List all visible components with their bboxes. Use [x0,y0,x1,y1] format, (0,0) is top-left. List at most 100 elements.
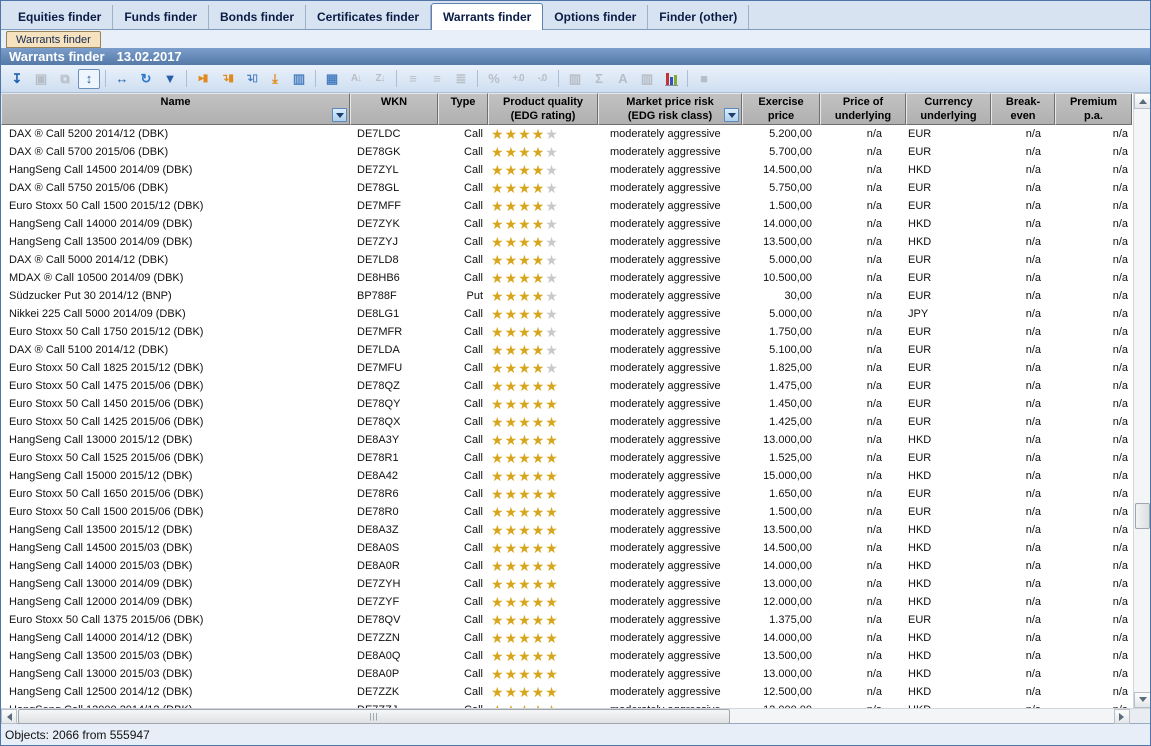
cell-premium-pa: n/a [1055,449,1132,467]
table-row[interactable]: Euro Stoxx 50 Call 1525 2015/06 (DBK)DE7… [1,449,1132,467]
header-label: (EDG risk class) [599,109,741,123]
cell-break-even: n/a [991,449,1055,467]
sort-ascending-icon[interactable]: A↓ [345,69,367,89]
table-row[interactable]: Euro Stoxx 50 Call 1750 2015/12 (DBK)DE7… [1,323,1132,341]
sort-descending-icon[interactable]: Z↓ [369,69,391,89]
fit-width-icon[interactable]: ↔ [111,69,133,89]
column-header-product-quality[interactable]: Product quality(EDG rating) [488,93,598,125]
column-filter-dropdown-market-price-risk[interactable] [724,108,739,122]
expand-view-icon[interactable]: ▣ [30,69,52,89]
append-column-icon[interactable]: ⤓ [264,69,286,89]
vertical-scrollbar[interactable] [1133,93,1150,708]
table-row[interactable]: HangSeng Call 12000 2014/12 (DBK)DE7ZZJC… [1,701,1132,708]
cell-break-even: n/a [991,161,1055,179]
show-columns-icon[interactable]: ▦ [321,69,343,89]
percent-format-icon[interactable]: % [483,69,505,89]
column-header-exercise-price[interactable]: Exerciseprice [742,93,820,125]
cell-currency-underlying: EUR [906,395,991,413]
star-filled-icon: ★ [505,378,519,394]
table-row[interactable]: Euro Stoxx 50 Call 1375 2015/06 (DBK)DE7… [1,611,1132,629]
table-row[interactable]: HangSeng Call 13000 2015/03 (DBK)DE8A0PC… [1,665,1132,683]
cell-exercise-price: 14.000,00 [742,629,820,647]
remove-decimal-icon[interactable]: -.0 [531,69,553,89]
insert-column-icon[interactable]: ▸▮ [192,69,214,89]
table-row[interactable]: HangSeng Call 14500 2015/03 (DBK)DE8A0SC… [1,539,1132,557]
cell-market-price-risk: moderately aggressive [598,359,742,377]
tab-options-finder[interactable]: Options finder [543,5,648,29]
table-row[interactable]: HangSeng Call 15000 2015/12 (DBK)DE8A42C… [1,467,1132,485]
table-row[interactable]: DAX ® Call 5000 2014/12 (DBK)DE7LD8Call★… [1,251,1132,269]
column-header-break-even[interactable]: Break-even [991,93,1055,125]
table-row[interactable]: Euro Stoxx 50 Call 1475 2015/06 (DBK)DE7… [1,377,1132,395]
table-row[interactable]: Nikkei 225 Call 5000 2014/09 (DBK)DE8LG1… [1,305,1132,323]
add-decimal-icon[interactable]: +.0 [507,69,529,89]
scroll-right-button[interactable] [1114,709,1130,724]
cell-wkn: DE78QV [350,611,438,629]
column-header-price-of-underlying[interactable]: Price ofunderlying [820,93,906,125]
insert-formula-column-icon[interactable]: ↴▯ [240,69,262,89]
scroll-left-button[interactable] [1,709,17,724]
table-row[interactable]: Euro Stoxx 50 Call 1500 2015/12 (DBK)DE7… [1,197,1132,215]
table-row[interactable]: DAX ® Call 5700 2015/06 (DBK)DE78GKCall★… [1,143,1132,161]
table-row[interactable]: HangSeng Call 14000 2014/09 (DBK)DE7ZYKC… [1,215,1132,233]
table-row[interactable]: MDAX ® Call 10500 2014/09 (DBK)DE8HB6Cal… [1,269,1132,287]
table-row[interactable]: Euro Stoxx 50 Call 1500 2015/06 (DBK)DE7… [1,503,1132,521]
table-row[interactable]: HangSeng Call 14500 2014/09 (DBK)DE7ZYLC… [1,161,1132,179]
column-header-market-price-risk[interactable]: Market price risk(EDG risk class) [598,93,742,125]
table-row[interactable]: Euro Stoxx 50 Call 1425 2015/06 (DBK)DE7… [1,413,1132,431]
column-header-wkn[interactable]: WKN [350,93,438,125]
table-row[interactable]: DAX ® Call 5100 2014/12 (DBK)DE7LDACall★… [1,341,1132,359]
tab-funds-finder[interactable]: Funds finder [113,5,209,29]
align-right-icon[interactable]: ≣ [450,69,472,89]
tab-certificates-finder[interactable]: Certificates finder [306,5,431,29]
scroll-down-button[interactable] [1134,692,1151,708]
table-row[interactable]: HangSeng Call 12000 2014/09 (DBK)DE7ZYFC… [1,593,1132,611]
column-header-currency-underlying[interactable]: Currencyunderlying [906,93,991,125]
table-row[interactable]: HangSeng Call 13500 2014/09 (DBK)DE7ZYJC… [1,233,1132,251]
tab-finder-other[interactable]: Finder (other) [648,5,749,29]
table-row[interactable]: DAX ® Call 5750 2015/06 (DBK)DE78GLCall★… [1,179,1132,197]
insert-column-before-icon[interactable]: ↴▮ [216,69,238,89]
table-row[interactable]: HangSeng Call 13500 2015/03 (DBK)DE8A0QC… [1,647,1132,665]
align-left-icon[interactable]: ≡ [402,69,424,89]
table-row[interactable]: HangSeng Call 14000 2014/12 (DBK)DE7ZZNC… [1,629,1132,647]
shrink-view-icon[interactable]: ⧉ [54,69,76,89]
filter-icon[interactable]: ▼ [159,69,181,89]
table-row[interactable]: HangSeng Call 12500 2014/12 (DBK)DE7ZZKC… [1,683,1132,701]
align-center-icon[interactable]: ≡ [426,69,448,89]
hide-columns-icon[interactable]: ▥ [636,69,658,89]
vertical-scrollbar-thumb[interactable] [1135,503,1150,529]
table-row[interactable]: HangSeng Call 13000 2014/09 (DBK)DE7ZYHC… [1,575,1132,593]
fit-height-icon[interactable]: ↕ [78,69,100,89]
tab-equities-finder[interactable]: Equities finder [7,5,113,29]
subtab-warrants-finder[interactable]: Warrants finder [6,31,101,48]
chart-icon[interactable] [660,69,682,89]
table-row[interactable]: DAX ® Call 5200 2014/12 (DBK)DE7LDCCall★… [1,125,1132,143]
tab-bonds-finder[interactable]: Bonds finder [209,5,306,29]
table-row[interactable]: Euro Stoxx 50 Call 1450 2015/06 (DBK)DE7… [1,395,1132,413]
refresh-icon[interactable]: ↻ [135,69,157,89]
horizontal-scrollbar[interactable]: ||| [1,708,1130,723]
column-header-type[interactable]: Type [438,93,488,125]
table-row[interactable]: Südzucker Put 30 2014/12 (BNP)BP788FPut★… [1,287,1132,305]
horizontal-scrollbar-thumb[interactable]: ||| [18,709,730,724]
column-filter-dropdown-name[interactable] [332,108,347,122]
save-layout-icon[interactable]: ↧ [6,69,28,89]
column-options-icon[interactable]: ▥ [288,69,310,89]
column-header-name[interactable]: Name [1,93,350,125]
star-empty-icon: ★ [545,180,559,196]
table-row[interactable]: Euro Stoxx 50 Call 1825 2015/12 (DBK)DE7… [1,359,1132,377]
filter-column-icon[interactable]: ▥ [564,69,586,89]
cell-currency-underlying: HKD [906,647,991,665]
tab-warrants-finder[interactable]: Warrants finder [431,3,543,30]
sum-icon[interactable]: Σ [588,69,610,89]
scroll-up-button[interactable] [1134,93,1151,109]
table-row[interactable]: HangSeng Call 13500 2015/12 (DBK)DE8A3ZC… [1,521,1132,539]
column-header-premium-pa[interactable]: Premiump.a. [1055,93,1132,125]
font-icon[interactable]: A [612,69,634,89]
table-row[interactable]: HangSeng Call 14000 2015/03 (DBK)DE8A0RC… [1,557,1132,575]
stop-icon[interactable]: ■ [693,69,715,89]
star-filled-icon: ★ [491,468,505,484]
table-row[interactable]: Euro Stoxx 50 Call 1650 2015/06 (DBK)DE7… [1,485,1132,503]
table-row[interactable]: HangSeng Call 13000 2015/12 (DBK)DE8A3YC… [1,431,1132,449]
